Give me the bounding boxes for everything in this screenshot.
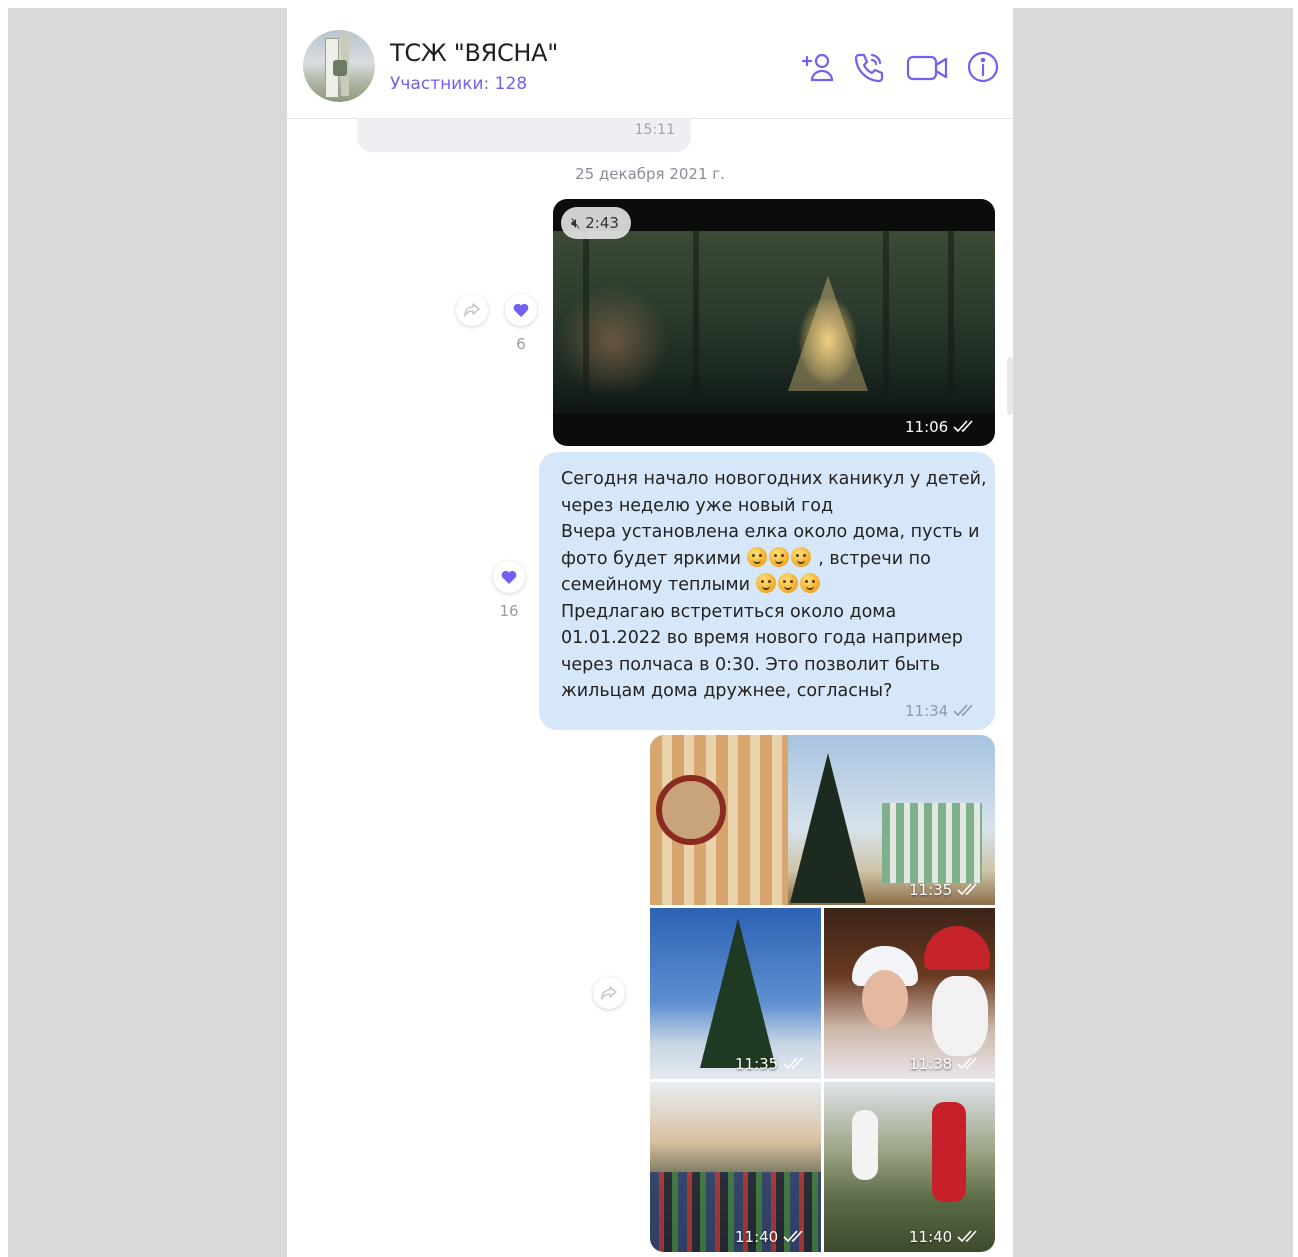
gallery-photo[interactable]: 11:35 [650, 908, 821, 1079]
video-message[interactable]: 🔇︎ 2:43 11:06 [553, 199, 995, 446]
forward-button[interactable] [456, 294, 488, 326]
emoji-icon [799, 573, 820, 593]
like-count: 6 [516, 335, 526, 353]
read-checkmarks-icon [783, 1057, 803, 1070]
scrollbar-thumb[interactable] [1007, 357, 1013, 415]
read-checkmarks-icon [957, 1230, 977, 1243]
date-separator: 25 декабря 2021 г. [575, 165, 725, 183]
heart-icon [501, 570, 517, 584]
muted-speaker-icon: 🔇︎ [571, 214, 581, 232]
like-button[interactable] [493, 561, 525, 593]
gallery-photo[interactable]: 11:38 [824, 908, 995, 1079]
video-time: 11:06 [905, 418, 979, 436]
photo-time: 11:35 [735, 1055, 809, 1073]
photo-time: 11:40 [909, 1228, 983, 1246]
photo-time: 11:35 [909, 881, 983, 899]
read-checkmarks-icon [953, 420, 973, 433]
emoji-icon [768, 546, 789, 567]
photo-gallery: 11:35 11:35 11:38 11:40 11:40 [650, 735, 995, 1252]
forward-icon [464, 303, 480, 317]
video-thumbnail [553, 231, 995, 414]
message-text: Сегодня начало новогодних каникул у дете… [561, 469, 987, 701]
read-checkmarks-icon [957, 883, 977, 896]
photo-time: 11:40 [735, 1228, 809, 1246]
photo-time: 11:38 [909, 1055, 983, 1073]
chat-title[interactable]: ТСЖ "ВЯСНА" [390, 39, 558, 67]
video-duration-badge[interactable]: 🔇︎ 2:43 [561, 207, 631, 239]
previous-message-bubble[interactable]: 15:11 [357, 118, 691, 152]
video-duration: 2:43 [585, 214, 619, 232]
right-background [1013, 8, 1293, 1257]
video-call-icon[interactable] [905, 49, 951, 85]
forward-button[interactable] [593, 977, 625, 1009]
message-time: 11:34 [905, 702, 979, 720]
heart-icon [513, 303, 529, 317]
group-avatar[interactable] [303, 30, 375, 102]
add-participant-icon[interactable] [799, 49, 837, 85]
read-checkmarks-icon [953, 704, 973, 717]
emoji-icon [790, 546, 811, 567]
text-message-bubble[interactable]: Сегодня начало новогодних каникул у дете… [539, 452, 995, 730]
emoji-icon [746, 546, 767, 567]
read-checkmarks-icon [957, 1057, 977, 1070]
left-background [8, 8, 287, 1257]
emoji-icon [755, 573, 776, 593]
gallery-photo[interactable]: 11:40 [650, 1082, 821, 1252]
like-button[interactable] [505, 294, 537, 326]
read-checkmarks-icon [783, 1230, 803, 1243]
chat-window: ТСЖ "ВЯСНА" Участники: 128 15:11 25 дека… [287, 8, 1013, 1257]
message-time: 15:11 [634, 122, 675, 138]
gallery-photo[interactable]: 11:35 [650, 735, 995, 905]
gallery-photo[interactable]: 11:40 [824, 1082, 995, 1252]
chat-header: ТСЖ "ВЯСНА" Участники: 128 [287, 8, 1013, 119]
info-icon[interactable] [964, 49, 1002, 85]
phone-icon[interactable] [850, 49, 888, 85]
participants-count[interactable]: Участники: 128 [390, 74, 527, 94]
like-count: 16 [499, 602, 519, 620]
emoji-icon [777, 573, 798, 593]
forward-icon [601, 986, 617, 1000]
